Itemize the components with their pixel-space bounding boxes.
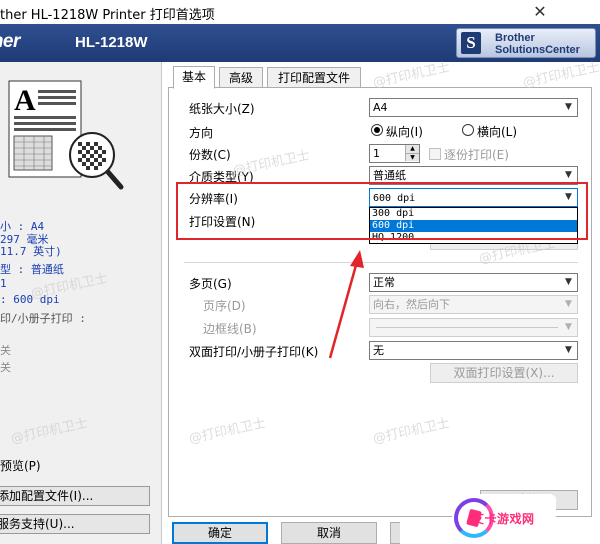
solutions-center-icon: S (461, 32, 481, 54)
add-profile-button[interactable]: 添加配置文件(I)... (0, 486, 150, 506)
magnifier-icon (69, 132, 124, 190)
apply-button[interactable] (390, 522, 400, 544)
printer-model: HL-1218W (75, 34, 148, 51)
orientation-label: 方向 (189, 126, 214, 140)
resolution-option-hq1200[interactable]: HQ 1200 (370, 232, 577, 244)
landscape-label[interactable]: 横向(L) (477, 123, 517, 140)
annotation-arrow-icon (328, 250, 364, 359)
collate-label: 逐份打印(E) (444, 148, 509, 162)
tab-print-profiles[interactable]: 打印配置文件 (267, 67, 361, 89)
resolution-label: 分辨率(I) (189, 192, 238, 206)
paper-size-label: 纸张大小(Z) (189, 102, 255, 116)
chevron-down-icon: ▼ (565, 299, 572, 309)
title-bar: ther HL-1218W Printer 打印首选项 ✕ (0, 0, 600, 24)
stepper-down-icon[interactable]: ▼ (405, 153, 419, 161)
summary-duplex-label: 印/小册子打印 : (0, 312, 86, 325)
summary-media-type: 型 : 普通纸 (0, 263, 64, 276)
paper-size-value: A4 (373, 101, 388, 114)
page-order-select[interactable]: 向右，然后向下 ▼ (369, 295, 578, 314)
page-order-label: 页序(D) (203, 299, 246, 313)
chevron-down-icon: ▼ (565, 192, 572, 202)
section-divider (184, 262, 578, 263)
border-line-label: 边框线(B) (203, 322, 257, 336)
collate-checkbox[interactable] (429, 148, 441, 160)
media-type-label: 介质类型(Y) (189, 170, 254, 184)
duplex-value: 无 (373, 344, 384, 357)
resolution-dropdown-list: 300 dpi 600 dpi HQ 1200 (369, 207, 578, 244)
support-button[interactable]: 服务支持(U)... (0, 514, 150, 534)
tab-advanced[interactable]: 高级 (219, 67, 263, 89)
solutions-center-line-2: SolutionsCenter (495, 44, 580, 56)
close-icon[interactable]: ✕ (530, 0, 550, 24)
brother-banner: ther HL-1218W S Brother SolutionsCenter (0, 24, 600, 62)
summary-resolution: : 600 dpi (0, 293, 60, 306)
solutions-center-line-1: Brother (495, 32, 535, 44)
document-preview-icon: A (8, 80, 124, 190)
duplex-settings-button[interactable]: 双面打印设置(X)... (430, 363, 578, 383)
summary-copies: 1 (0, 277, 7, 290)
border-line-select[interactable]: ▼ (369, 318, 578, 337)
preview-link[interactable]: 预览(P) (0, 457, 41, 474)
portrait-radio[interactable] (371, 124, 383, 136)
multipage-value: 正常 (373, 276, 395, 289)
resolution-option-600[interactable]: 600 dpi (370, 220, 577, 232)
media-type-select[interactable]: 普通纸 ▼ (369, 166, 578, 185)
site-badge-text: 艾卡游戏网 (472, 512, 535, 526)
solutions-center-button[interactable]: S Brother SolutionsCenter (456, 28, 596, 58)
stepper-up-icon[interactable]: ▲ (405, 145, 419, 153)
window-title: ther HL-1218W Printer 打印首选项 (0, 8, 215, 23)
summary-booklet-value: 关 (0, 361, 11, 374)
resolution-option-300[interactable]: 300 dpi (370, 208, 577, 220)
ok-button[interactable]: 确定 (172, 522, 268, 544)
multipage-select[interactable]: 正常 ▼ (369, 273, 578, 292)
landscape-radio[interactable] (462, 124, 474, 136)
summary-paper-inch: 11.7 英寸) (0, 245, 62, 258)
chevron-down-icon: ▼ (565, 102, 572, 112)
summary-duplex-value: 关 (0, 344, 11, 357)
site-badge: 艾卡游戏网 (452, 494, 556, 544)
chevron-down-icon: ▼ (565, 170, 572, 180)
svg-text:A: A (14, 84, 36, 117)
border-line-preview (376, 327, 558, 328)
portrait-label[interactable]: 纵向(I) (386, 123, 423, 140)
chevron-down-icon: ▼ (565, 322, 572, 332)
solutions-center-label: Brother SolutionsCenter (495, 32, 580, 56)
resolution-value: 600 dpi (373, 193, 416, 204)
cancel-button[interactable]: 取消 (281, 522, 377, 544)
copies-stepper[interactable]: 1 ▲ ▼ (369, 144, 420, 163)
chevron-down-icon: ▼ (565, 345, 572, 355)
duplex-select[interactable]: 无 ▼ (369, 341, 578, 360)
duplex-label: 双面打印/小册子打印(K) (189, 345, 319, 359)
paper-size-select[interactable]: A4 ▼ (369, 98, 578, 117)
resolution-select[interactable]: 600 dpi ▼ (369, 188, 578, 207)
copies-label: 份数(C) (189, 148, 231, 162)
media-type-value: 普通纸 (373, 169, 406, 182)
tab-basic[interactable]: 基本 (173, 66, 215, 89)
brother-logo: ther (0, 31, 20, 52)
chevron-down-icon: ▼ (565, 277, 572, 287)
copies-value: 1 (373, 147, 380, 160)
page-order-value: 向右，然后向下 (373, 298, 450, 311)
print-settings-label: 打印设置(N) (189, 215, 256, 229)
multipage-label: 多页(G) (189, 277, 232, 291)
